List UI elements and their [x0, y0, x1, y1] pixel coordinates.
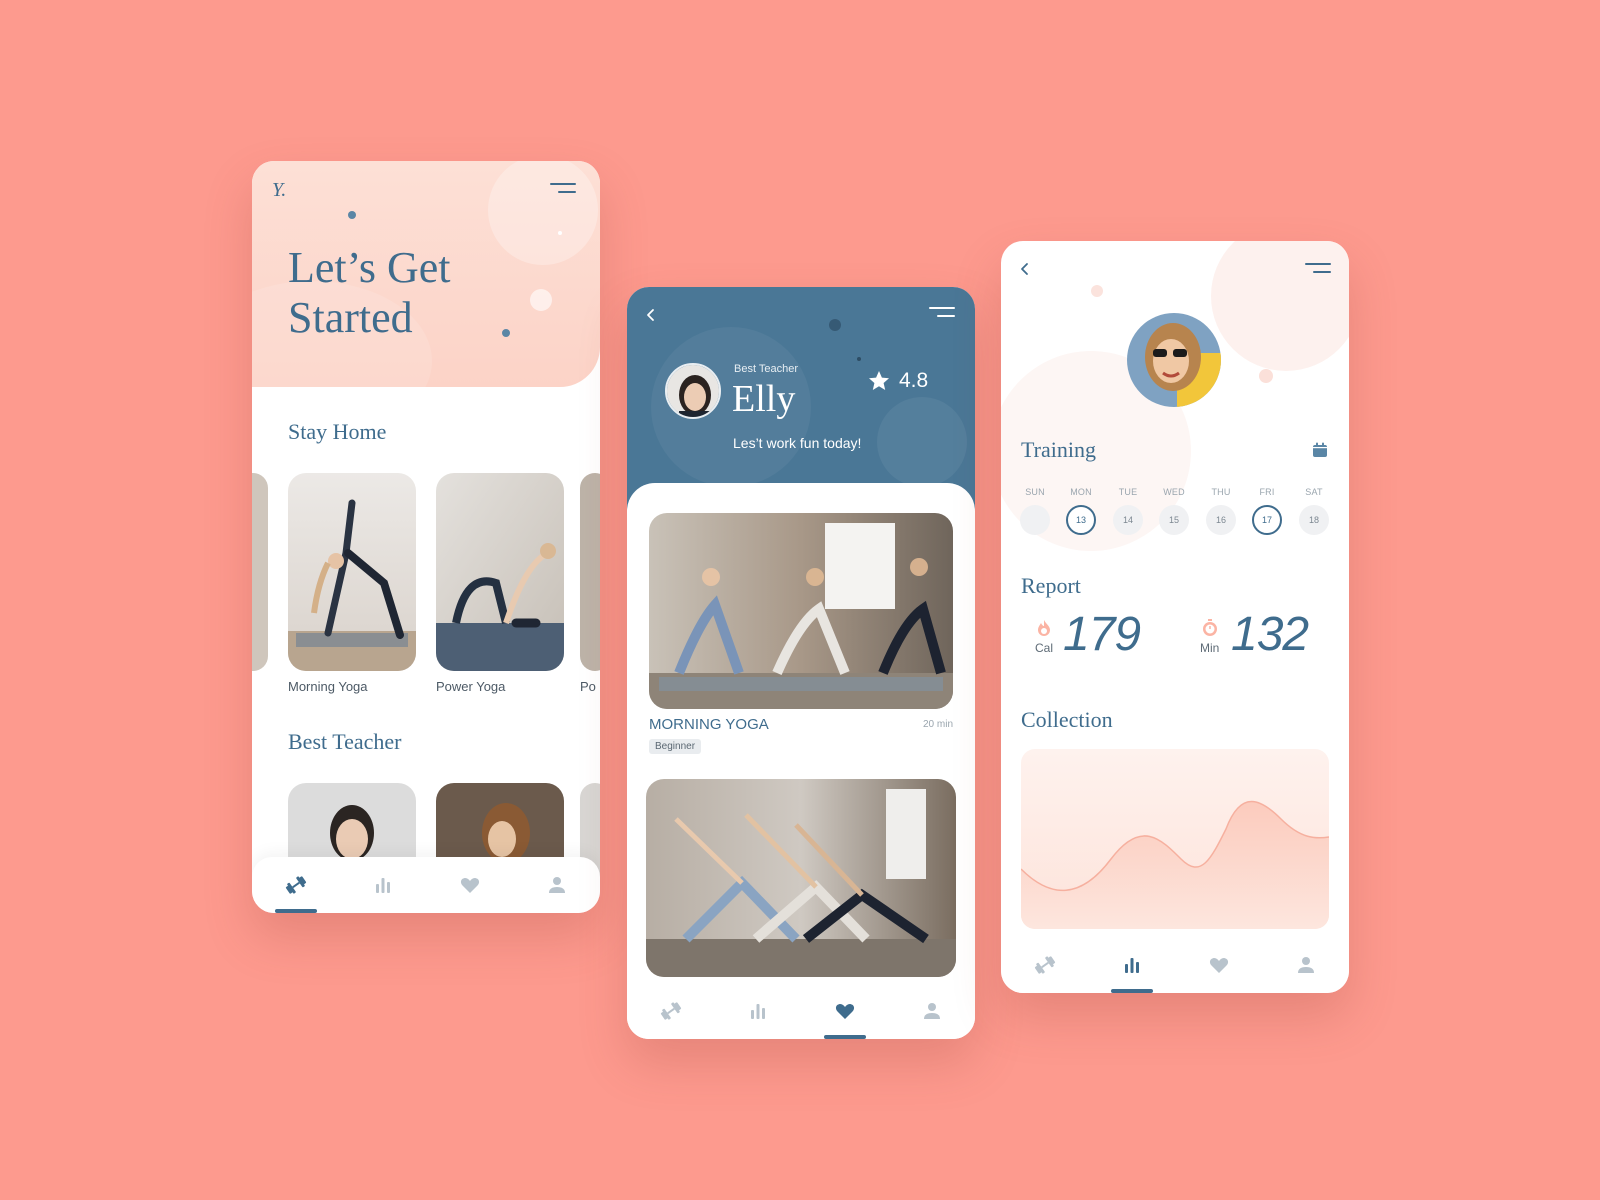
day-number: 13 [1066, 505, 1096, 535]
nav-stats[interactable] [728, 983, 788, 1039]
teacher-avatar [665, 363, 721, 419]
card-morning-yoga[interactable] [288, 473, 416, 671]
collection-title: Collection [1021, 707, 1113, 732]
day-mon[interactable]: MON 13 [1064, 487, 1098, 535]
dumbbell-icon [1034, 956, 1055, 974]
day-fri[interactable]: FRI 17 [1250, 487, 1284, 535]
teacher-tagline: Les’t work fun today! [733, 435, 862, 451]
nav-favorites[interactable] [815, 983, 875, 1039]
bar-chart-icon [750, 1004, 765, 1019]
card-partial-left[interactable] [252, 473, 268, 671]
calendar-icon[interactable] [1311, 441, 1329, 459]
profile-avatar[interactable] [1127, 313, 1221, 407]
stopwatch-icon [1203, 619, 1217, 636]
bottom-nav [1001, 937, 1349, 993]
nav-stats[interactable] [1102, 937, 1162, 993]
bottom-nav [627, 983, 975, 1039]
card-label-power-yoga: Power Yoga [436, 679, 506, 694]
screen-home: Y. Let’s Get Started Stay Home Morning Y… [252, 161, 600, 913]
profile-photo [1127, 313, 1221, 407]
morning-yoga-photo [288, 473, 416, 671]
training-title: Training [1021, 437, 1096, 462]
user-icon [548, 877, 565, 893]
nav-profile[interactable] [527, 857, 587, 913]
morning-yoga-class-photo [649, 513, 953, 709]
day-number: 16 [1206, 505, 1236, 535]
nav-workout[interactable] [266, 857, 326, 913]
class-list: MORNING YOGA 20 min Beginner [627, 483, 975, 1039]
nav-workout[interactable] [1015, 937, 1075, 993]
class-card-2[interactable] [646, 779, 956, 977]
nav-active-indicator [823, 1035, 866, 1039]
minutes-label: Min [1200, 641, 1220, 655]
report-title: Report [1021, 573, 1081, 598]
screen-profile: Training SUN MON 13 TUE 14 WED 15 THU 16… [1001, 241, 1349, 993]
nav-favorites[interactable] [440, 857, 500, 913]
day-sun[interactable]: SUN [1018, 487, 1052, 535]
heart-icon [1209, 958, 1228, 973]
dumbbell-icon [285, 876, 306, 894]
menu-icon[interactable] [548, 183, 576, 199]
card-partial-right[interactable] [580, 473, 600, 671]
star-icon [869, 371, 889, 390]
menu-icon[interactable] [927, 307, 955, 323]
flame-icon [1038, 620, 1050, 636]
stay-home-title: Stay Home [288, 419, 387, 444]
nav-workout[interactable] [641, 983, 701, 1039]
card-power-yoga[interactable] [436, 473, 564, 671]
user-icon [1297, 957, 1314, 973]
nav-profile[interactable] [902, 983, 962, 1039]
bottom-nav [252, 857, 600, 913]
bar-chart-icon [1124, 958, 1139, 973]
back-icon[interactable] [643, 307, 659, 323]
calories-value: 179 [1063, 608, 1141, 661]
best-teacher-title: Best Teacher [288, 729, 402, 754]
card-label-morning-yoga: Morning Yoga [288, 679, 368, 694]
day-tue[interactable]: TUE 14 [1111, 487, 1145, 535]
teacher-caption: Best Teacher [734, 363, 799, 375]
rating: 4.8 [867, 369, 928, 393]
nav-active-indicator [1110, 989, 1153, 993]
nav-profile[interactable] [1276, 937, 1336, 993]
user-icon [923, 1003, 940, 1019]
nav-active-indicator [274, 909, 317, 913]
day-number [1020, 505, 1050, 535]
day-wed[interactable]: WED 15 [1157, 487, 1191, 535]
screen-teacher: Best Teacher Elly 4.8 Les’t work fun tod… [627, 287, 975, 1039]
day-number: 15 [1159, 505, 1189, 535]
group-yoga-class-photo [646, 779, 956, 977]
nav-stats[interactable] [353, 857, 413, 913]
day-thu[interactable]: THU 16 [1204, 487, 1238, 535]
collection-chart [1021, 749, 1329, 929]
app-logo[interactable]: Y. [272, 179, 286, 202]
card-label-partial: Po [580, 679, 596, 694]
class-title: MORNING YOGA [649, 716, 769, 733]
day-number: 17 [1252, 505, 1282, 535]
rating-value: 4.8 [899, 369, 929, 392]
heart-icon [460, 878, 479, 893]
bar-chart-icon [375, 878, 390, 893]
nav-favorites[interactable] [1189, 937, 1249, 993]
page-title: Let’s Get Started [288, 243, 451, 342]
class-level-badge[interactable]: Beginner [649, 739, 702, 754]
heart-icon [835, 1004, 854, 1019]
home-header: Y. Let’s Get Started [252, 161, 600, 387]
class-card-morning-yoga[interactable] [649, 513, 953, 709]
power-yoga-photo [436, 473, 564, 671]
teacher-name: Elly [732, 378, 796, 420]
day-number: 14 [1113, 505, 1143, 535]
day-number: 18 [1299, 505, 1329, 535]
minutes-value: 132 [1231, 608, 1309, 661]
day-sat[interactable]: SAT 18 [1297, 487, 1331, 535]
menu-icon[interactable] [1303, 263, 1331, 279]
back-icon[interactable] [1017, 261, 1033, 277]
calories-label: Cal [1035, 641, 1054, 655]
class-duration: 20 min [922, 719, 953, 730]
collection-area-graph [1021, 800, 1329, 929]
dumbbell-icon [660, 1002, 681, 1020]
